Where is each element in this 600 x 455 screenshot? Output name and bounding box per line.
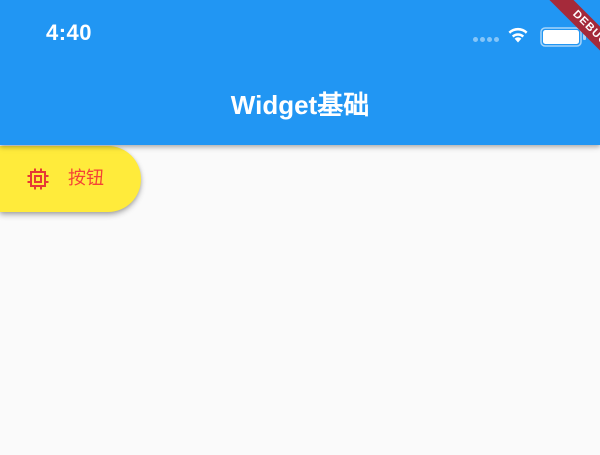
chip-button-label: 按钮 [68, 168, 104, 189]
debug-banner-label: DEBUG [538, 0, 600, 80]
signal-dots-icon [473, 37, 499, 42]
app-bar-title: Widget基础 [230, 90, 370, 120]
status-bar-time: 4:40 [46, 20, 93, 45]
memory-chip-icon [27, 168, 49, 190]
chip-button[interactable]: 按钮 [0, 146, 141, 212]
debug-banner: DEBUG [520, 0, 600, 80]
app-bar: 4:40 Widget基础 [0, 0, 600, 145]
